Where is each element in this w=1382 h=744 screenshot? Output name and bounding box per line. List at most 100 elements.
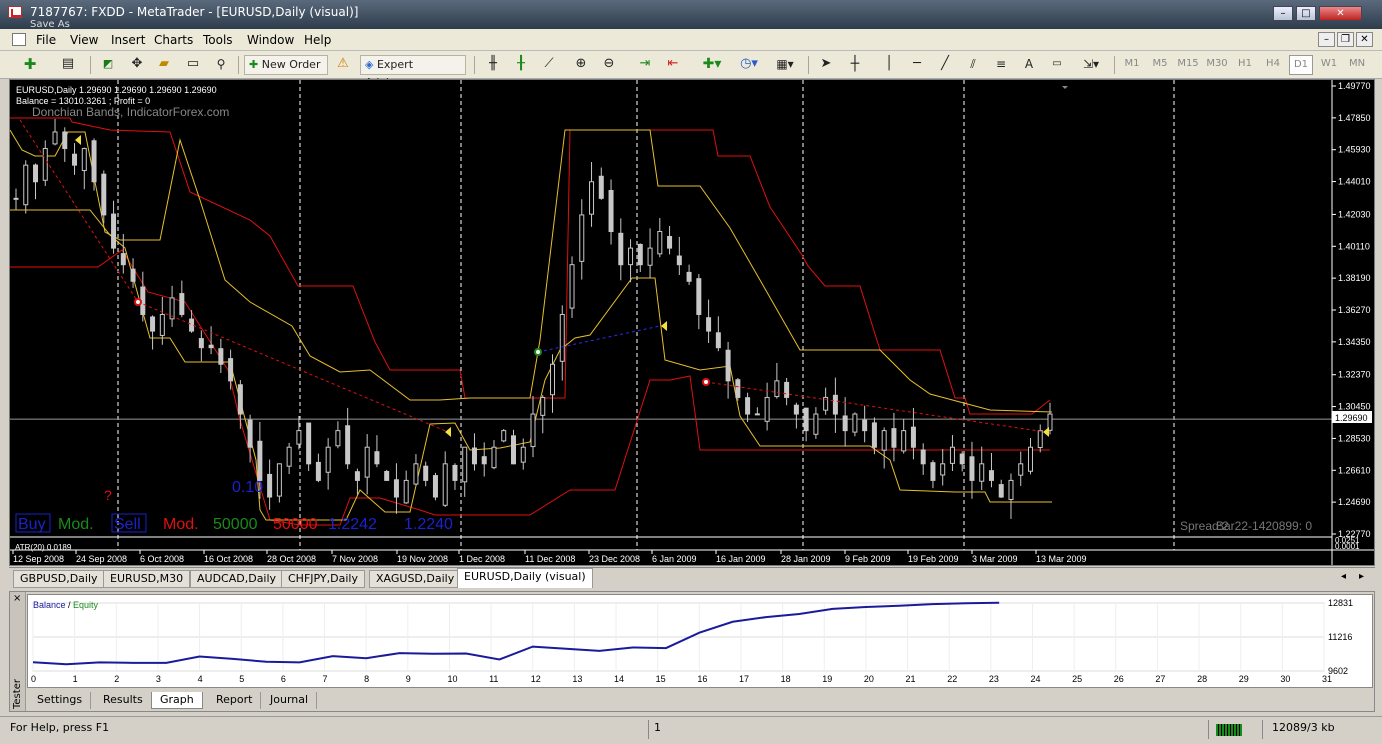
navigator-folder-icon[interactable]: ▰ (153, 55, 175, 75)
new-chart-icon[interactable]: ✚ (16, 55, 44, 75)
candle-body (91, 140, 97, 183)
atr-value-bottom: 0.0001 (1335, 542, 1360, 551)
trendline-icon[interactable]: ╱ (934, 55, 956, 75)
candlestick-chart-icon[interactable]: ╂ (510, 55, 532, 75)
tab-tester-report[interactable]: Report (208, 692, 262, 709)
candle-body (501, 430, 507, 442)
menu-view[interactable]: View (70, 33, 98, 47)
timeframe-m15[interactable]: M15 (1175, 55, 1201, 75)
trade-line-buy (537, 325, 661, 353)
timeframe-h1[interactable]: H1 (1233, 55, 1257, 75)
candle-body (81, 148, 87, 172)
tab-tester-settings[interactable]: Settings (29, 692, 92, 709)
timeframe-d1[interactable]: D1 (1289, 55, 1313, 75)
candle-body (793, 404, 799, 415)
templates-icon[interactable]: ▦▾ (770, 55, 800, 75)
tab-gbpusd-daily[interactable]: GBPUSD,Daily (13, 570, 105, 588)
price-tick-label: 1.49770 (1338, 81, 1371, 91)
sell-button[interactable]: Sell (114, 516, 141, 533)
candle-body (403, 479, 409, 504)
tab-chfjpy-daily[interactable]: CHFJPY,Daily (281, 570, 365, 588)
market-watch-icon[interactable]: ◩ (97, 55, 119, 75)
price-tick-label: 1.36270 (1338, 305, 1371, 315)
graph-x-tick-label: 6 (281, 674, 286, 684)
new-order-icon: ✚ (249, 58, 259, 71)
timeframe-h4[interactable]: H4 (1261, 55, 1285, 75)
menu-help[interactable]: Help (304, 33, 331, 47)
buy-button[interactable]: Buy (18, 516, 46, 533)
tab-tester-results[interactable]: Results (95, 692, 152, 709)
maximize-button[interactable]: □ (1296, 6, 1316, 21)
crosshair-navigator-icon[interactable]: ✥ (126, 55, 148, 75)
trade-entry-marker (134, 298, 142, 306)
indicators-icon[interactable]: ✚▾ (698, 55, 726, 75)
candle-body (169, 297, 175, 320)
crosshair-icon[interactable]: ┼ (844, 55, 866, 75)
menu-insert[interactable]: Insert (111, 33, 145, 47)
zoom-in-icon[interactable]: ⊕ (570, 55, 592, 75)
tabs-scroll-right-icon[interactable]: ▸ (1359, 571, 1364, 582)
text-label-icon[interactable]: A (1018, 55, 1040, 75)
line-chart-icon[interactable]: ⟋ (538, 55, 560, 75)
graph-x-tick-label: 4 (198, 674, 203, 684)
equidistant-channel-icon[interactable]: ⫽ (962, 55, 984, 75)
terminal-icon[interactable]: ▭ (182, 55, 204, 75)
buy-modify-button[interactable]: Mod. (58, 516, 94, 533)
candle-body (628, 247, 634, 266)
timeframe-m5[interactable]: M5 (1148, 55, 1172, 75)
tab-tester-graph[interactable]: Graph (151, 692, 203, 709)
close-tester-icon[interactable]: × (13, 593, 21, 604)
close-button[interactable]: ✕ (1319, 6, 1362, 21)
price-chart[interactable]: 1.49770 1.47850 1.45930 1.44010 1.42030 1.401… (9, 79, 1375, 566)
tab-eurusd-daily-visual[interactable]: EURUSD,Daily (visual) (457, 568, 593, 588)
menu-file[interactable]: File (36, 33, 56, 47)
sell-lot-input[interactable]: 50000 (273, 516, 318, 533)
balance-graph: 12831 11216 9602 0 1 2 3 4 5 6 7 8 9 10 11 12 13 14 15 16 17… (27, 594, 1373, 688)
candle-body (471, 447, 477, 465)
candle-body (881, 430, 887, 451)
timeframe-w1[interactable]: W1 (1317, 55, 1341, 75)
timeframe-m30[interactable]: M30 (1204, 55, 1230, 75)
tab-eurusd-m30[interactable]: EURUSD,M30 (103, 570, 191, 588)
arrows-icon[interactable]: ⇲▾ (1076, 55, 1106, 75)
profiles-icon[interactable]: ▤ (54, 55, 82, 75)
minimize-button[interactable]: – (1273, 6, 1293, 21)
bar-chart-icon[interactable]: ╫ (482, 55, 504, 75)
alert-icon[interactable]: ⚠ (333, 55, 353, 75)
chart-shift-icon[interactable]: ⇤ (662, 55, 684, 75)
menu-tools[interactable]: Tools (203, 33, 233, 47)
periods-clock-icon[interactable]: ◷▾ (734, 55, 764, 75)
horizontal-line-icon[interactable]: ─ (906, 55, 928, 75)
trade-exit-marker (445, 427, 451, 437)
menu-charts[interactable]: Charts (154, 33, 193, 47)
new-order-button[interactable]: ✚ New Order (244, 55, 328, 75)
menu-window[interactable]: Window (247, 33, 294, 47)
tabs-scroll-left-icon[interactable]: ◂ (1341, 571, 1346, 582)
timeframe-mn[interactable]: MN (1344, 55, 1370, 75)
buy-lot-input[interactable]: 50000 (213, 516, 258, 533)
mdi-close-button[interactable]: ✕ (1356, 32, 1373, 47)
zoom-out-icon[interactable]: ⊖ (598, 55, 620, 75)
chart-tabs-bar: GBPUSD,Daily EURUSD,M30 AUDCAD,Daily CHF… (9, 567, 1375, 588)
expert-advisors-button[interactable]: ◈ Expert Advisors (360, 55, 466, 89)
tab-audcad-daily[interactable]: AUDCAD,Daily (190, 570, 284, 588)
vertical-line-icon[interactable]: │ (878, 55, 900, 75)
fibonacci-icon[interactable]: ≡ (990, 55, 1012, 75)
date-tick-label: 19 Feb 2009 (908, 554, 959, 564)
sell-modify-button[interactable]: Mod. (163, 516, 199, 533)
tab-tester-journal[interactable]: Journal (262, 692, 318, 709)
candle-body (608, 189, 614, 233)
price-chart-canvas[interactable]: 1.49770 1.47850 1.45930 1.44010 1.42030 1.401… (10, 80, 1374, 565)
strategy-tester-icon[interactable]: ⚲ (210, 55, 232, 75)
timeframe-m1[interactable]: M1 (1120, 55, 1144, 75)
price-tick-label: 1.40110 (1338, 241, 1370, 251)
chart-window-icon[interactable] (12, 33, 26, 46)
mdi-restore-button[interactable]: ❐ (1337, 32, 1354, 47)
chart-autoscroll-icon[interactable]: ⇥ (634, 55, 656, 75)
cursor-icon[interactable]: ➤ (815, 55, 837, 75)
text-label-t-icon[interactable]: ▭ (1046, 55, 1068, 75)
tester-side-label: Tester (12, 679, 23, 709)
mdi-minimize-button[interactable]: – (1318, 32, 1335, 47)
tab-xagusd-daily[interactable]: XAGUSD,Daily (369, 570, 462, 588)
candle-body (306, 422, 312, 465)
